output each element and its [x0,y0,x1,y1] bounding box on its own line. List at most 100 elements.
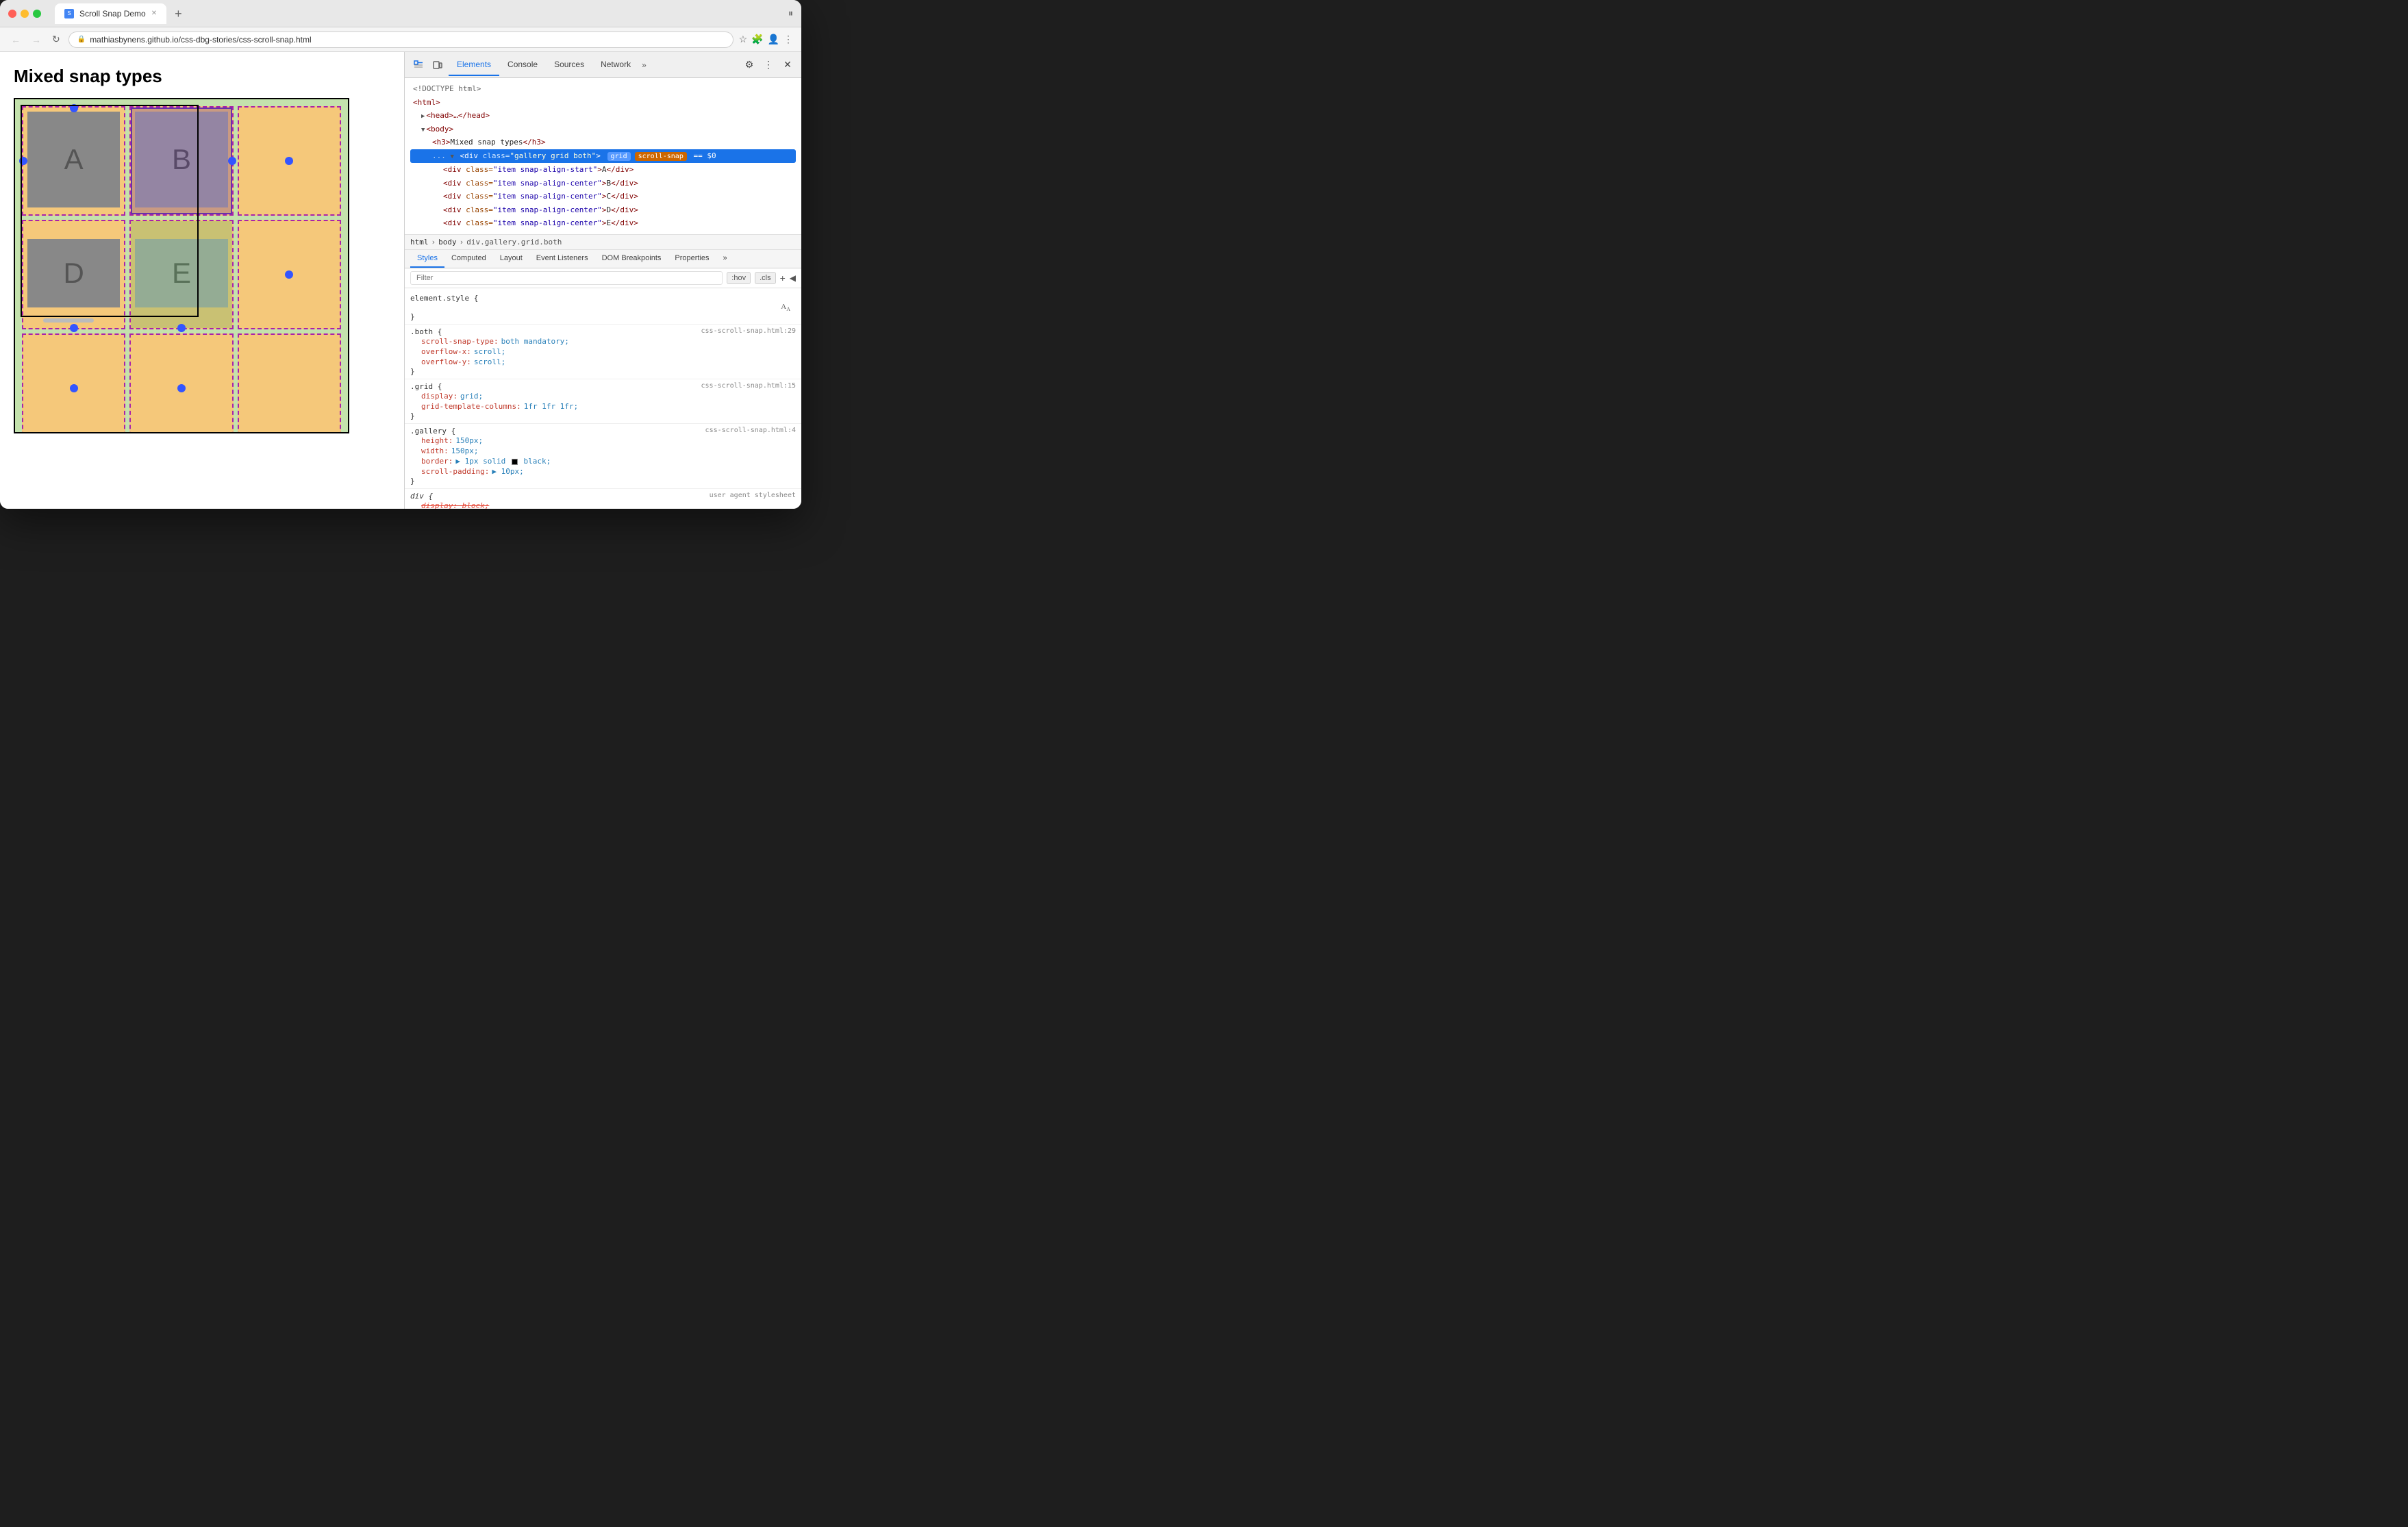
address-toolbar: ☆ 🧩 👤 ⋮ [739,34,793,45]
tab-network[interactable]: Network [592,54,639,76]
dom-line-item-d[interactable]: <div class="item snap-align-center">D</d… [410,203,796,217]
back-button[interactable]: ← [8,33,23,47]
item-d-scrollbar [43,318,94,323]
bc-sep-1: › [431,238,436,247]
css-prop-display-block: display: block; [410,501,796,509]
url-text: mathiasbynens.github.io/css-dbg-stories/… [90,35,311,45]
close-devtools-icon[interactable]: ✕ [779,57,796,73]
devtools-settings: ⚙ ⋮ ✕ [741,57,796,73]
settings-icon[interactable]: ⚙ [741,57,757,73]
css-close-brace-grid: } [410,412,415,420]
minimize-button[interactable] [21,10,29,18]
address-input[interactable]: 🔒 mathiasbynens.github.io/css-dbg-storie… [68,31,733,48]
styles-panel-tabs: Styles Computed Layout Event Listeners D… [405,250,801,268]
devtools-toolbar: Elements Console Sources Network » ⚙ ⋮ [405,52,801,78]
extensions-icon[interactable]: 🧩 [751,34,763,45]
dom-line-item-e[interactable]: <div class="item snap-align-center">E</d… [410,216,796,230]
filter-add-button[interactable]: + [780,273,786,283]
devtools-more-icon[interactable]: ⋮ [760,57,777,73]
styles-tab[interactable]: Styles [410,250,444,268]
css-prop-height: height: 150px; [410,436,796,446]
snap-dot-f [285,270,293,279]
css-prop-display-grid: display: grid; [410,391,796,401]
profile-icon[interactable]: ⏸ [788,8,793,19]
css-source-both[interactable]: css-scroll-snap.html:29 [701,327,796,336]
tab-favicon: S [64,9,74,18]
layout-tab[interactable]: Layout [493,250,529,268]
css-prop-overflow-x: overflow-x: scroll; [410,346,796,357]
tab-sources[interactable]: Sources [546,54,592,76]
refresh-button[interactable]: ↻ [49,32,63,47]
css-selector-both: .both { [410,327,442,336]
dom-line-body[interactable]: ▼<body> [410,123,796,136]
styles-more-tab[interactable]: » [716,250,734,268]
maximize-button[interactable] [33,10,41,18]
snap-item-b: B [129,106,233,216]
snap-item-h [129,333,233,433]
filter-cls-button[interactable]: .cls [755,272,776,284]
css-prop-overflow-y: overflow-y: scroll; [410,357,796,367]
css-prop-scroll-snap-type: scroll-snap-type: both mandatory; [410,336,796,346]
snap-dot-a-left [19,157,27,165]
traffic-lights [8,10,41,18]
bc-html[interactable]: html [410,238,429,247]
dom-line-doctype[interactable]: <!DOCTYPE html> [410,82,796,96]
dom-tree: <!DOCTYPE html> <html> ▶<head>…</head> ▼… [405,78,801,235]
dom-line-h3[interactable]: <h3>Mixed snap types</h3> [410,136,796,149]
css-aa-icon: AA [781,303,790,312]
page-content: Mixed snap types A [0,52,404,509]
menu-icon[interactable]: ⋮ [783,34,793,45]
bookmark-icon[interactable]: ☆ [739,34,748,45]
more-tabs-button[interactable]: » [639,55,649,75]
css-source-grid[interactable]: css-scroll-snap.html:15 [701,382,796,391]
css-prop-grid-template-columns: grid-template-columns: 1fr 1fr 1fr; [410,401,796,412]
dom-line-item-c[interactable]: <div class="item snap-align-center">C</d… [410,190,796,203]
tab-close-button[interactable]: ✕ [151,10,157,17]
filter-hov-button[interactable]: :hov [727,272,751,284]
tab-elements[interactable]: Elements [449,54,499,76]
css-selector-element: element.style { [410,294,478,303]
css-rule-div: div { user agent stylesheet display: blo… [405,489,801,509]
tab-console[interactable]: Console [499,54,546,76]
css-close-brace-both: } [410,367,415,376]
dom-line-item-a[interactable]: <div class="item snap-align-start">A</di… [410,163,796,177]
tab-bar: S Scroll Snap Demo ✕ + [55,3,783,24]
device-mode-icon[interactable] [429,57,446,73]
inspector-icon[interactable] [410,57,427,73]
bc-current[interactable]: div.gallery.grid.both [466,238,562,247]
css-selector-gallery: .gallery { [410,427,455,436]
tab-label: Scroll Snap Demo [79,9,146,18]
snap-item-d: D [22,220,125,329]
item-d-inner: D [27,239,120,307]
snap-dot-c [285,157,293,165]
snap-grid: A B [15,99,348,433]
bc-body[interactable]: body [438,238,457,247]
snap-item-e: E [129,220,233,329]
dom-line-html[interactable]: <html> [410,96,796,110]
css-selector-div: div { [410,492,433,501]
profile-avatar[interactable]: 👤 [768,34,779,45]
snap-dot-b-right [228,157,236,165]
filter-toggle-button[interactable]: ◀ [790,273,796,283]
address-bar: ← → ↻ 🔒 mathiasbynens.github.io/css-dbg-… [0,27,801,52]
active-tab[interactable]: S Scroll Snap Demo ✕ [55,3,166,24]
css-source-gallery[interactable]: css-scroll-snap.html:4 [705,427,796,436]
forward-button[interactable]: → [29,33,44,47]
filter-input[interactable] [410,271,723,285]
dom-line-div-selected[interactable]: ... ▼ <div class="gallery grid both"> gr… [410,149,796,163]
snap-demo-container[interactable]: A B [14,98,349,433]
dom-line-item-b[interactable]: <div class="item snap-align-center">B</d… [410,177,796,190]
main-content: Mixed snap types A [0,52,801,509]
new-tab-button[interactable]: + [175,8,182,20]
snap-dot-a-top [70,104,78,112]
snap-dot-d-bottom [70,324,78,332]
computed-tab[interactable]: Computed [444,250,493,268]
properties-tab[interactable]: Properties [668,250,716,268]
close-button[interactable] [8,10,16,18]
dom-breakpoints-tab[interactable]: DOM Breakpoints [595,250,668,268]
css-rule-element-style: element.style { AA } [405,291,801,325]
event-listeners-tab[interactable]: Event Listeners [529,250,595,268]
dom-line-head[interactable]: ▶<head>…</head> [410,109,796,123]
color-swatch-black [512,459,518,465]
css-source-div[interactable]: user agent stylesheet [710,492,796,501]
